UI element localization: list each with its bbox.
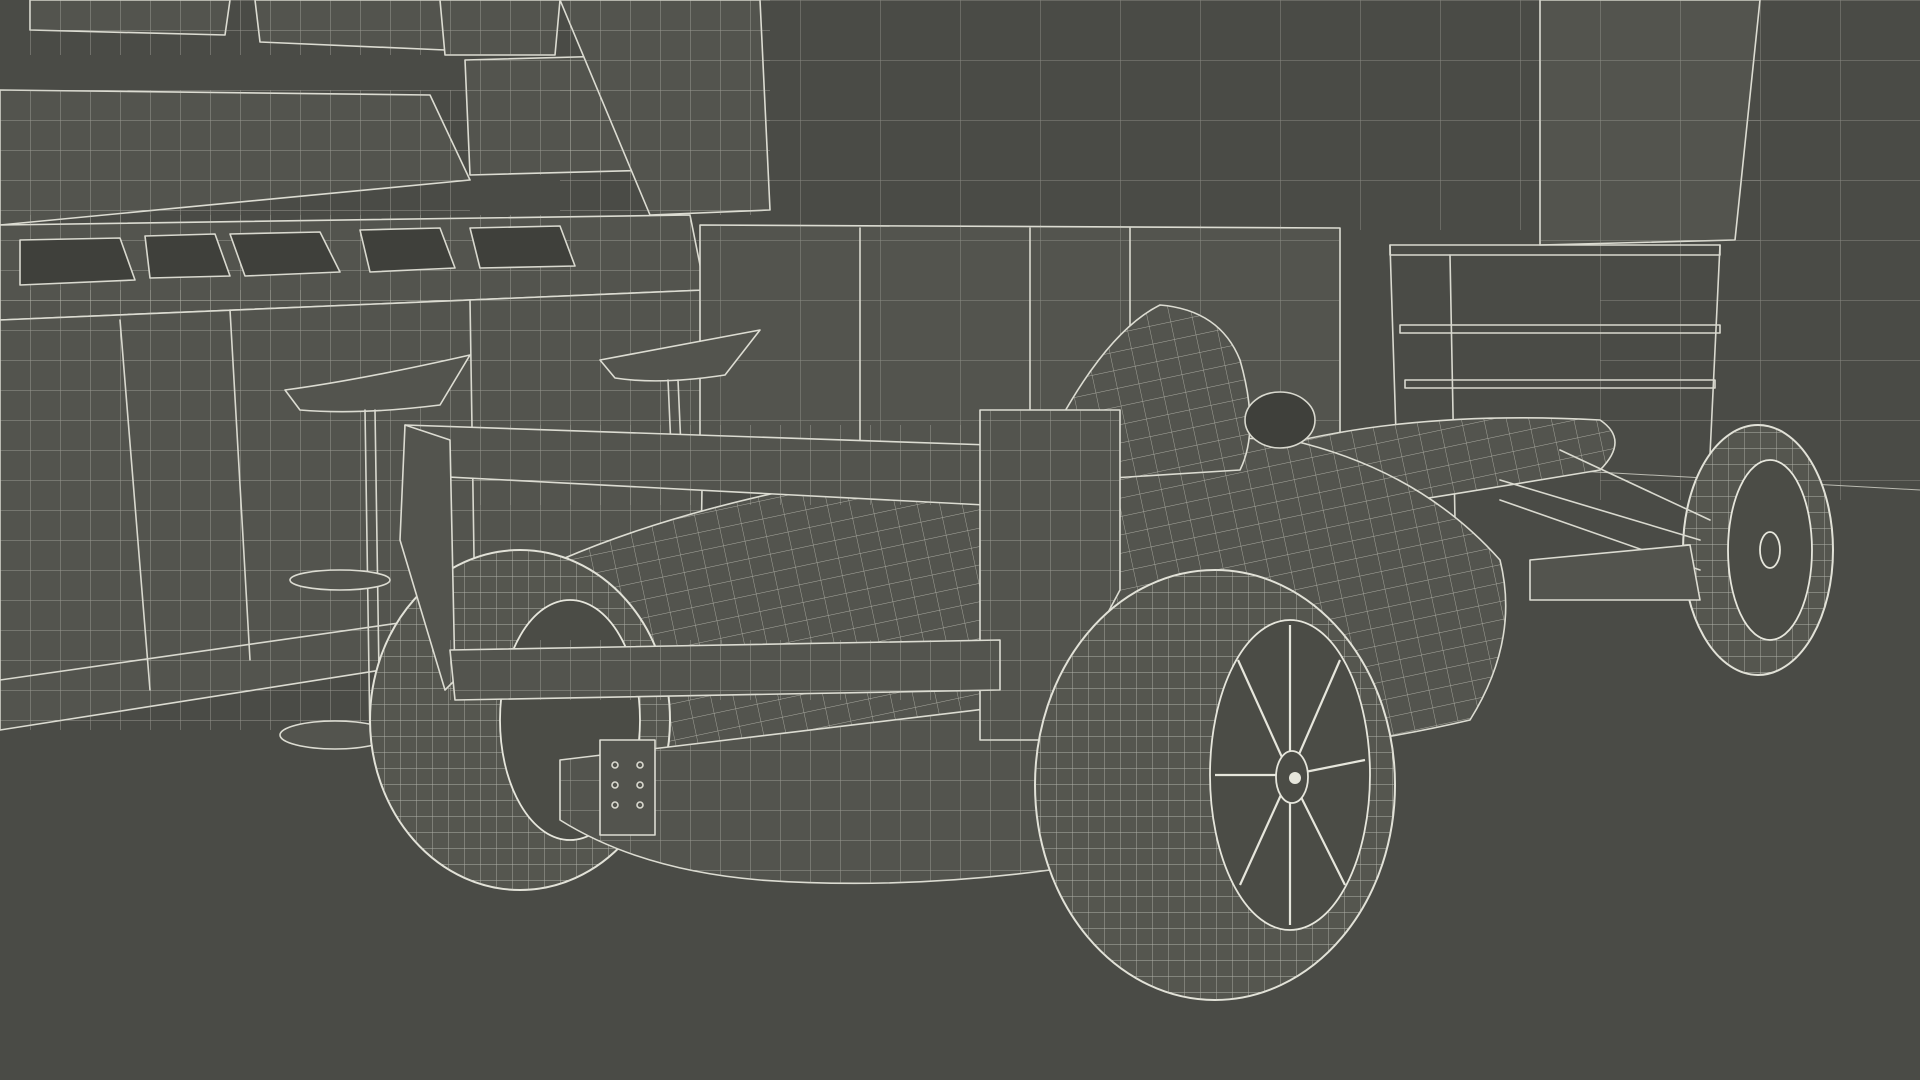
rear-right-wheel xyxy=(1034,569,1396,1001)
wireframe-render-scene xyxy=(0,0,1920,1080)
front-right-wheel xyxy=(1682,424,1834,676)
